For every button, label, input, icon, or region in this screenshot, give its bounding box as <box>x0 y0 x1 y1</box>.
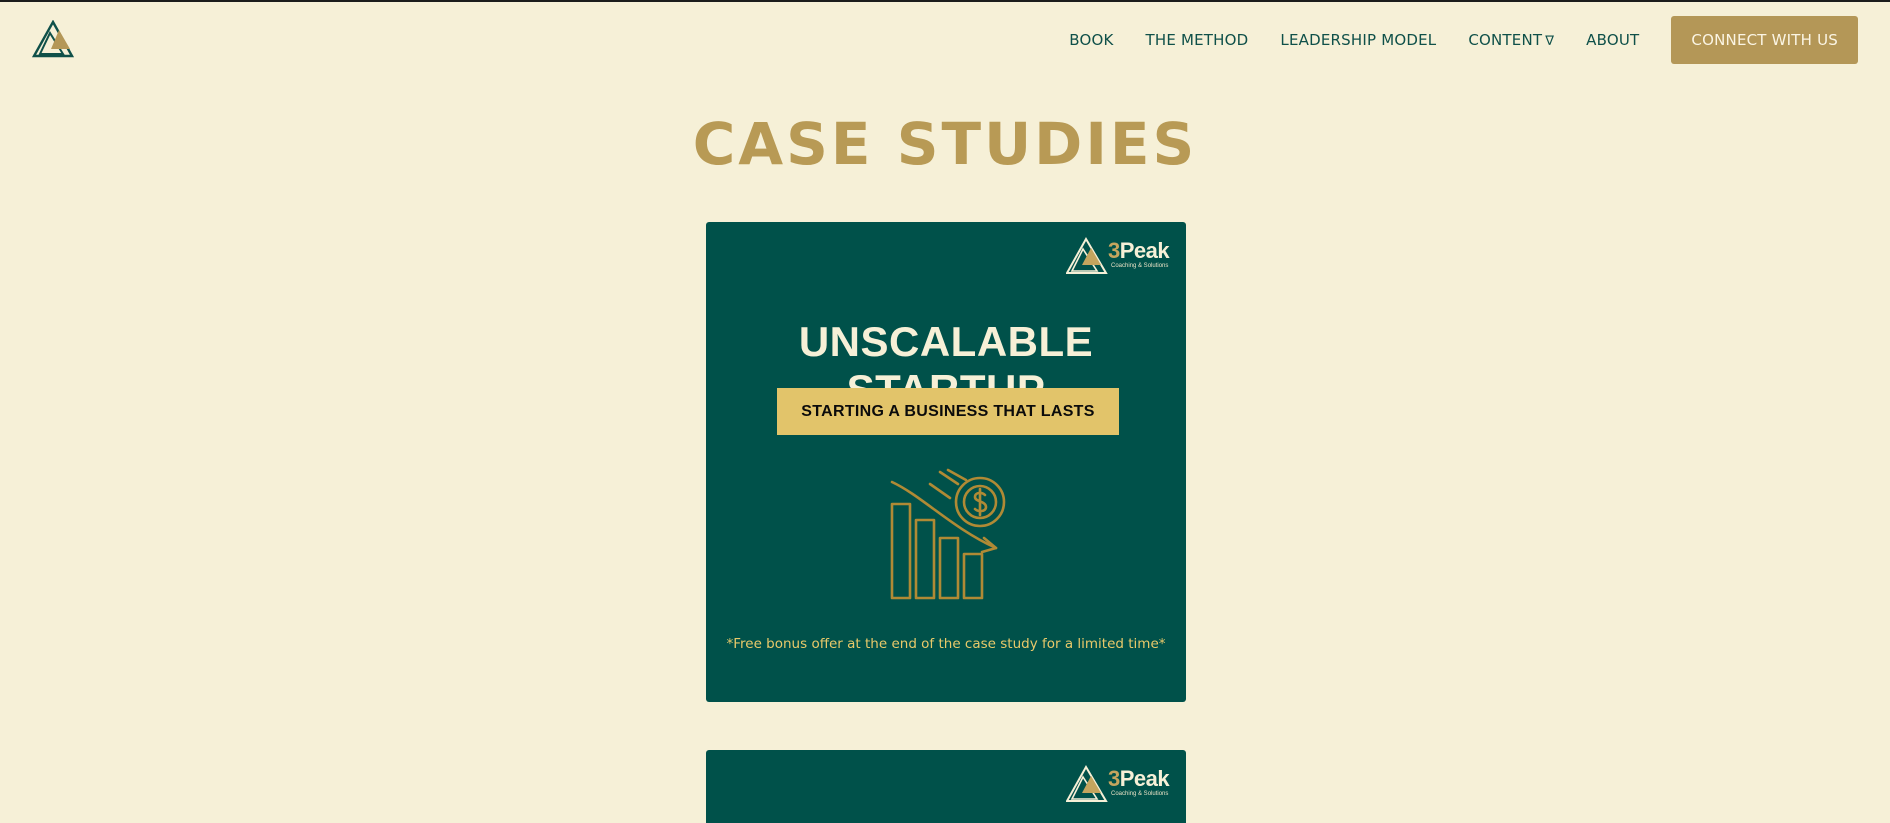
bonus-offer-note: *Free bonus offer at the end of the case… <box>726 636 1166 652</box>
card-subtitle-banner: STARTING A BUSINESS THAT LASTS <box>777 388 1119 435</box>
main-nav: BOOK THE METHOD LEADERSHIP MODEL CONTENT… <box>1069 16 1858 64</box>
nav-content-label: CONTENT <box>1468 31 1543 49</box>
brand-logo: 3Peak Coaching & Solutions <box>1066 764 1172 804</box>
brand-tagline: Coaching & Solutions <box>1111 263 1169 269</box>
declining-revenue-chart-icon <box>882 468 1010 604</box>
nav-book[interactable]: BOOK <box>1069 31 1113 49</box>
brand-triangle-icon <box>1066 236 1108 274</box>
page: BOOK THE METHOD LEADERSHIP MODEL CONTENT… <box>0 0 1890 823</box>
brand-word: Peak <box>1119 766 1170 791</box>
brand-name: 3Peak <box>1108 766 1170 792</box>
case-study-card[interactable]: 3Peak Coaching & Solutions <box>706 750 1186 823</box>
nav-content[interactable]: CONTENT ∇ <box>1468 31 1554 49</box>
site-logo-icon[interactable] <box>31 19 75 58</box>
page-title: CASE STUDIES <box>692 110 1198 178</box>
brand-word: Peak <box>1119 238 1170 263</box>
nav-leadership-model[interactable]: LEADERSHIP MODEL <box>1280 31 1436 49</box>
brand-number: 3 <box>1108 766 1120 791</box>
connect-with-us-button[interactable]: CONNECT WITH US <box>1671 16 1858 64</box>
brand-name: 3Peak <box>1108 238 1170 264</box>
brand-triangle-icon <box>1066 764 1108 802</box>
case-study-card[interactable]: 3Peak Coaching & Solutions UNSCALABLE ST… <box>706 222 1186 702</box>
brand-logo: 3Peak Coaching & Solutions <box>1066 236 1172 276</box>
nav-the-method[interactable]: THE METHOD <box>1146 31 1249 49</box>
dropdown-caret-icon: ∇ <box>1545 34 1555 49</box>
brand-tagline: Coaching & Solutions <box>1111 791 1169 797</box>
brand-number: 3 <box>1108 238 1120 263</box>
nav-about[interactable]: ABOUT <box>1586 31 1639 49</box>
